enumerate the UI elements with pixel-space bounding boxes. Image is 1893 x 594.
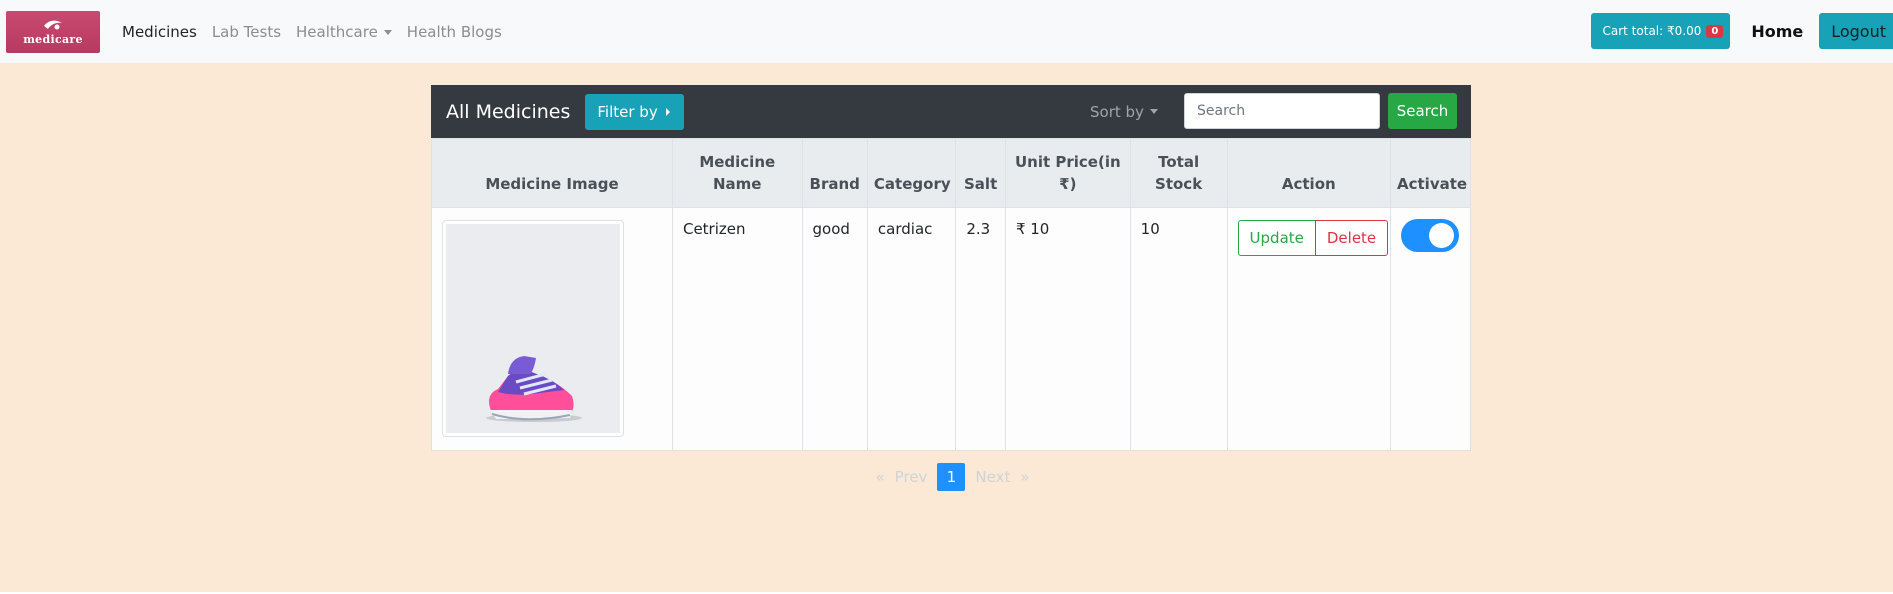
pagination-first[interactable]: «: [870, 468, 889, 486]
cell-image: [431, 207, 673, 451]
column-header-name: Medicine Name: [671, 138, 803, 208]
cart-total-label: Cart total: ₹0.00: [1602, 24, 1702, 38]
chevron-down-icon: [1149, 109, 1158, 114]
search-input[interactable]: [1184, 93, 1380, 129]
cell-activate: [1390, 207, 1471, 451]
filter-by-label: Filter by: [597, 102, 658, 121]
page-title: All Medicines: [446, 100, 571, 123]
column-header-brand: Brand: [801, 138, 868, 208]
column-header-price: Unit Price(in ₹): [1004, 138, 1131, 208]
filter-by-button[interactable]: Filter by: [585, 93, 684, 130]
brand-logo[interactable]: medicare: [6, 10, 100, 53]
cell-unit-price: ₹ 10: [1004, 207, 1131, 451]
medicine-thumbnail: [446, 224, 620, 433]
sort-by-dropdown[interactable]: Sort by: [1090, 103, 1158, 121]
card-header: All Medicines Filter by Sort by Search: [431, 85, 1471, 138]
cell-category: cardiac: [866, 207, 957, 451]
cell-brand: good: [801, 207, 868, 451]
main-content: All Medicines Filter by Sort by Search M…: [0, 63, 1893, 594]
shoe-product-image: [486, 356, 582, 422]
cell-total-stock: 10: [1129, 207, 1228, 451]
nav-right: Cart total: ₹0.00 0 Home Logout: [1590, 13, 1893, 49]
table-header-row: Medicine Image Medicine Name Brand Categ…: [431, 138, 1471, 208]
column-header-image: Medicine Image: [431, 138, 673, 208]
nav-link-medicines[interactable]: Medicines: [122, 23, 197, 41]
cell-action: Update Delete: [1226, 207, 1392, 451]
pagination-prev[interactable]: Prev: [890, 468, 933, 486]
activate-toggle[interactable]: [1401, 219, 1460, 252]
column-header-stock: Total Stock: [1129, 138, 1228, 208]
pagination-current-page[interactable]: 1: [937, 463, 966, 491]
nav-dropdown-healthcare[interactable]: Healthcare: [296, 23, 392, 41]
home-link[interactable]: Home: [1751, 22, 1803, 41]
cell-medicine-name: Cetrizen: [671, 207, 803, 451]
medicines-table: Medicine Image Medicine Name Brand Categ…: [431, 138, 1471, 451]
nav-link-health-blogs[interactable]: Health Blogs: [407, 23, 502, 41]
cart-count-badge: 0: [1706, 24, 1724, 38]
medicines-card: All Medicines Filter by Sort by Search M…: [431, 85, 1471, 451]
column-header-activate: Activate: [1390, 138, 1471, 208]
nav-link-lab-tests[interactable]: Lab Tests: [212, 23, 281, 41]
top-navbar: medicare Medicines Lab Tests Healthcare …: [0, 0, 1893, 63]
nav-links: Medicines Lab Tests Healthcare Health Bl…: [122, 23, 502, 41]
toggle-knob: [1429, 223, 1455, 248]
brand-text: medicare: [23, 32, 83, 46]
cart-total-button[interactable]: Cart total: ₹0.00 0: [1590, 13, 1731, 49]
pagination-next[interactable]: Next: [970, 468, 1015, 486]
cell-salt: 2.3: [955, 207, 1006, 451]
chevron-down-icon: [383, 29, 392, 35]
table-row: Cetrizen good cardiac 2.3 ₹ 10 10 Update…: [431, 207, 1471, 451]
search-button[interactable]: Search: [1388, 93, 1457, 129]
sort-by-label: Sort by: [1090, 102, 1144, 121]
logout-button[interactable]: Logout: [1819, 13, 1893, 49]
column-header-category: Category: [866, 138, 957, 208]
logo-leaf-icon: [44, 20, 62, 29]
pagination: « Prev 1 Next »: [0, 463, 1893, 491]
medicine-image: [442, 220, 624, 437]
update-button[interactable]: Update: [1237, 220, 1316, 256]
column-header-action: Action: [1226, 138, 1392, 208]
caret-right-icon: [665, 107, 670, 116]
column-header-salt: Salt: [955, 138, 1006, 208]
action-button-group: Update Delete: [1237, 220, 1389, 256]
delete-button[interactable]: Delete: [1314, 220, 1389, 256]
pagination-last[interactable]: »: [1015, 468, 1034, 486]
nav-link-healthcare-label: Healthcare: [296, 22, 378, 41]
